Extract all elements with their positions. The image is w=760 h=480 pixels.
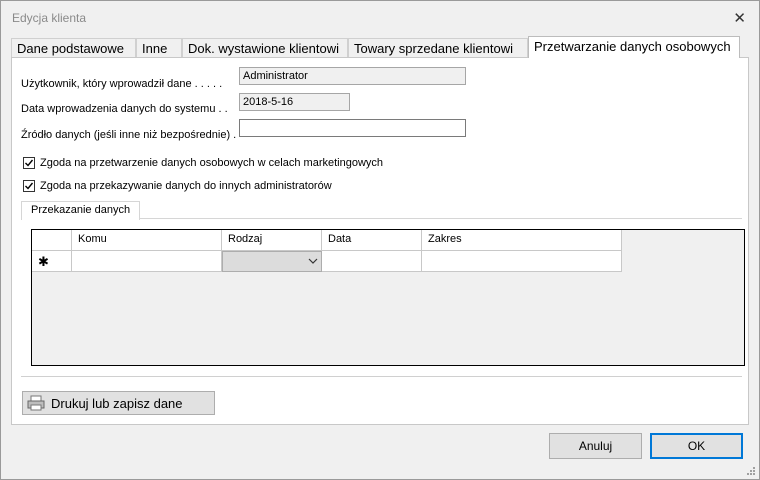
transfer-grid[interactable]: Komu Rodzaj Data Zakres ✱	[31, 229, 745, 366]
cell-komu[interactable]	[72, 251, 222, 272]
date-label: Data wprowadzenia danych do systemu . .	[21, 103, 228, 115]
user-label: Użytkownik, który wprowadził dane . . . …	[21, 78, 223, 90]
print-save-button[interactable]: Drukuj lub zapisz dane	[22, 391, 215, 415]
window: Edycja klienta ✕ Dane podstawowe Inne Do…	[0, 0, 760, 480]
rodzaj-combobox[interactable]	[222, 251, 322, 272]
column-header-data[interactable]: Data	[322, 230, 422, 251]
window-title: Edycja klienta	[12, 11, 87, 25]
consent-marketing-checkbox[interactable]	[23, 157, 35, 169]
tab-towary-sprzedane[interactable]: Towary sprzedane klientowi	[348, 38, 528, 57]
new-row-marker: ✱	[38, 254, 49, 269]
column-header-rodzaj[interactable]: Rodzaj	[222, 230, 322, 251]
column-header-komu[interactable]: Komu	[72, 230, 222, 251]
separator	[21, 376, 742, 377]
consent-marketing-label: Zgoda na przetwarzenie danych osobowych …	[40, 157, 384, 169]
tab-przekazanie-danych[interactable]: Przekazanie danych	[21, 201, 141, 220]
column-header-zakres[interactable]: Zakres	[422, 230, 622, 251]
tab-przetwarzanie-danych[interactable]: Przetwarzanie danych osobowych	[528, 36, 740, 58]
cell-data[interactable]	[322, 251, 422, 272]
ok-button[interactable]: OK	[650, 433, 743, 459]
row-header-corner	[32, 230, 72, 251]
close-icon[interactable]: ✕	[733, 9, 746, 27]
cell-rodzaj[interactable]	[222, 251, 322, 272]
resize-grip-icon[interactable]	[745, 465, 755, 475]
printer-icon	[27, 395, 45, 411]
tab-dok-wystawione[interactable]: Dok. wystawione klientowi	[182, 38, 348, 57]
tab-dane-podstawowe[interactable]: Dane podstawowe	[11, 38, 136, 57]
title-bar[interactable]: Edycja klienta ✕	[1, 1, 759, 36]
date-field: 2018-5-16	[239, 93, 350, 111]
cancel-button[interactable]: Anuluj	[549, 433, 642, 459]
new-row-header: ✱	[32, 251, 72, 272]
source-label: Źródło danych (jeśli inne niż bezpośredn…	[21, 129, 237, 141]
source-field[interactable]	[239, 119, 466, 137]
tab-inne[interactable]: Inne	[136, 38, 182, 57]
print-save-label: Drukuj lub zapisz dane	[51, 396, 183, 411]
consent-transfer-checkbox[interactable]	[23, 180, 35, 192]
tab-panel-przetwarzanie: Użytkownik, który wprowadził dane . . . …	[11, 57, 749, 425]
user-field: Administrator	[239, 67, 466, 85]
consent-transfer-label: Zgoda na przekazywanie danych do innych …	[40, 180, 332, 192]
chevron-down-icon[interactable]	[307, 255, 319, 267]
cell-zakres[interactable]	[422, 251, 622, 272]
